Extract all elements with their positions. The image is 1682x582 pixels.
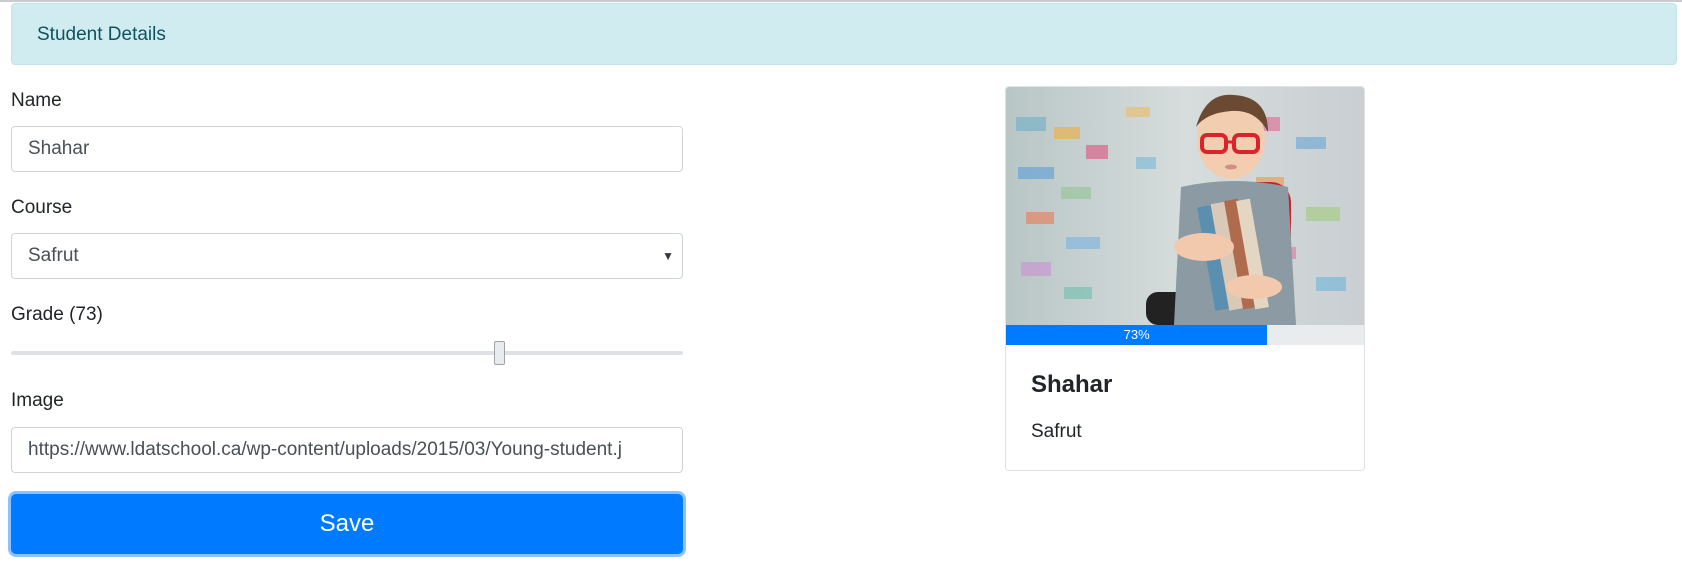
image-url-input[interactable]: https://www.ldatschool.ca/wp-content/upl… [11,427,683,473]
image-label: Image [11,390,64,411]
page-top-border [0,0,1682,2]
grade-slider-thumb[interactable] [493,341,505,365]
name-input[interactable]: Shahar [11,126,683,172]
course-select-value: Safrut [28,245,79,266]
grade-label: Grade (73) [11,304,103,325]
grade-slider-track[interactable] [11,351,683,355]
course-select[interactable]: Safrut ▼ [11,233,683,279]
save-button[interactable]: Save [11,494,683,554]
student-photo [1006,87,1364,325]
card-title: Shahar [1031,371,1113,398]
alert-text: Student Details [37,24,166,45]
student-photo-illustration [1006,87,1364,325]
grade-progress: 73% [1006,325,1364,345]
student-details-alert: Student Details [11,3,1677,65]
name-input-value: Shahar [28,138,90,159]
name-label: Name [11,90,62,111]
grade-progress-bar: 73% [1006,325,1268,345]
course-label: Course [11,197,73,218]
chevron-down-icon: ▼ [662,249,674,263]
image-url-value: https://www.ldatschool.ca/wp-content/upl… [28,439,622,460]
student-card: 73% Shahar Safrut [1005,86,1365,471]
card-subtitle: Safrut [1031,421,1082,442]
